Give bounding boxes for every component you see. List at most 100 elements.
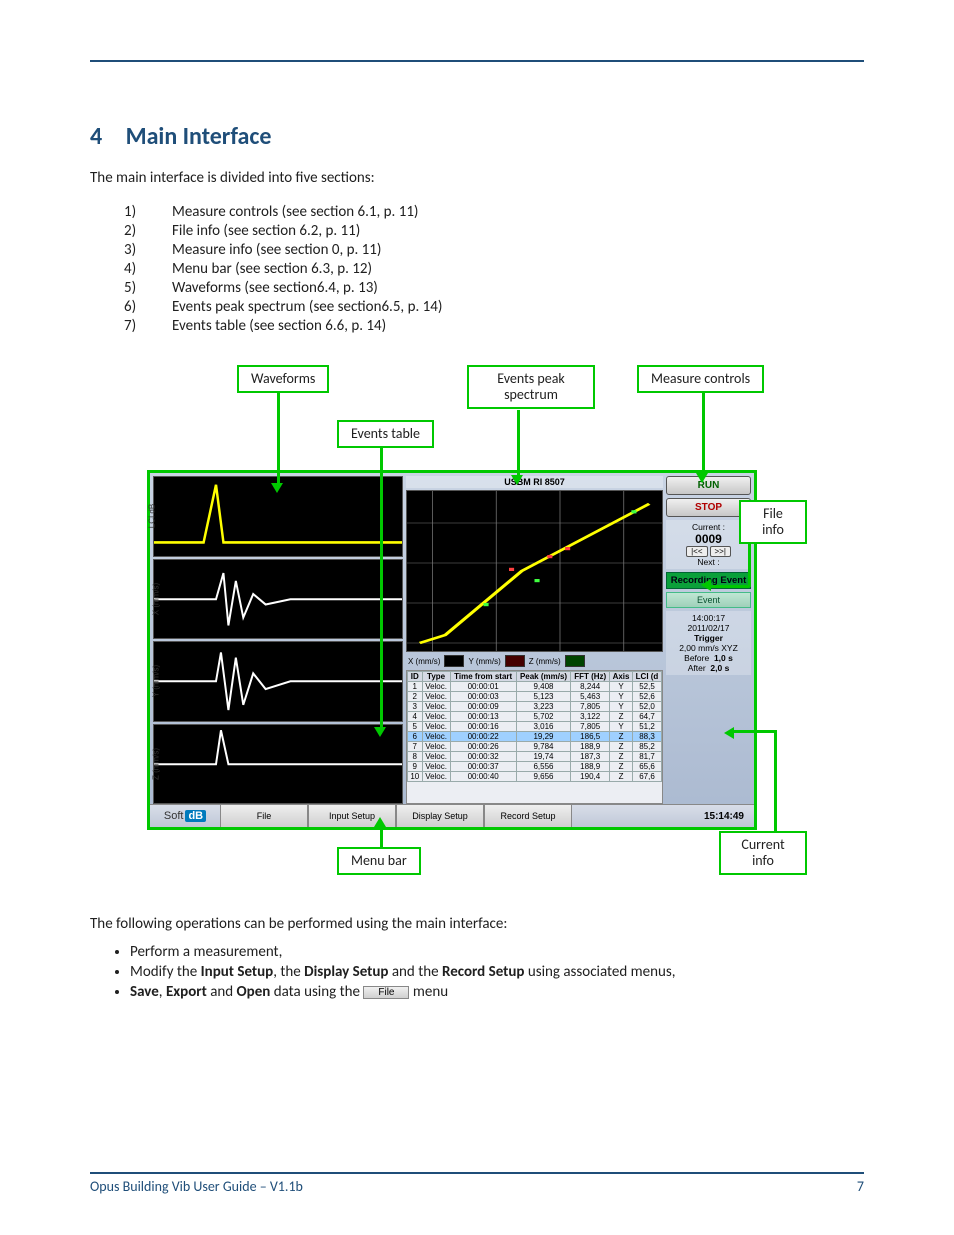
list-item: 3)Measure info (see section 0, p. 11) — [124, 241, 864, 259]
table-cell: Z — [610, 762, 633, 772]
item-number: 2) — [124, 222, 172, 240]
menu-bar: SoftdB File Input Setup Display Setup Re… — [150, 804, 754, 827]
op3-b3: Open — [237, 983, 271, 1001]
table-cell: 10 — [408, 772, 423, 782]
table-row[interactable]: 7Veloc.00:00:269,784188,9Z85,2 — [408, 742, 662, 752]
table-row[interactable]: 6Veloc.00:00:2219,29186,5Z88,3 — [408, 732, 662, 742]
table-row[interactable]: 8Veloc.00:00:3219,74187,3Z81,7 — [408, 752, 662, 762]
info-after-label: After — [688, 663, 706, 673]
axis-label-y: Y (mm/s) — [152, 665, 161, 697]
table-cell: 8,244 — [571, 682, 610, 692]
section-heading: 4 Main Interface — [90, 122, 864, 151]
item-number: 5) — [124, 279, 172, 297]
table-cell: 2 — [408, 692, 423, 702]
footer-page-number: 7 — [857, 1178, 864, 1195]
op3-post: menu — [413, 983, 448, 1001]
list-item: 6)Events peak spectrum (see section6.5, … — [124, 298, 864, 316]
table-row[interactable]: 10Veloc.00:00:409,656190,4Z67,6 — [408, 772, 662, 782]
table-cell: 6,556 — [516, 762, 571, 772]
section-title: Main Interface — [126, 122, 272, 151]
table-cell: 00:00:32 — [450, 752, 516, 762]
legend-z-label: Z (mm/s) — [529, 657, 561, 666]
spectrum-title: USBM RI 8507 — [406, 476, 663, 488]
table-cell: Y — [610, 722, 633, 732]
inline-file-menu[interactable]: File — [363, 986, 409, 999]
table-cell: 00:00:09 — [450, 702, 516, 712]
events-table[interactable]: IDTypeTime from startPeak (mm/s)FFT (Hz)… — [406, 670, 663, 804]
logo-soft: Soft — [164, 810, 184, 822]
table-row[interactable]: 3Veloc.00:00:093,2237,805Y52,0 — [408, 702, 662, 712]
list-item: 7)Events table (see section 6.6, p. 14) — [124, 317, 864, 335]
op2-m1: , the — [273, 963, 304, 981]
op2-m2: and the — [388, 963, 442, 981]
table-row[interactable]: 5Veloc.00:00:163,0167,805Y51,2 — [408, 722, 662, 732]
header-rule — [90, 60, 864, 62]
table-cell: 00:00:01 — [450, 682, 516, 692]
item-number: 1) — [124, 203, 172, 221]
table-cell: Z — [610, 742, 633, 752]
item-text: File info (see section 6.2, p. 11) — [172, 222, 864, 240]
callout-events-table: Events table — [337, 420, 434, 448]
list-item: Modify the Input Setup, the Display Setu… — [130, 963, 864, 981]
list-item: 2)File info (see section 6.2, p. 11) — [124, 222, 864, 240]
table-row[interactable]: 4Veloc.00:00:135,7023,122Z64,7 — [408, 712, 662, 722]
table-cell: 00:00:40 — [450, 772, 516, 782]
next-button[interactable]: >>| — [710, 546, 731, 557]
table-cell: Z — [610, 752, 633, 762]
table-cell: 3,016 — [516, 722, 571, 732]
spectrum-panel — [406, 490, 663, 652]
item-text: Measure controls (see section 6.1, p. 11… — [172, 203, 864, 221]
table-cell: Z — [610, 712, 633, 722]
item-number: 4) — [124, 260, 172, 278]
item-number: 6) — [124, 298, 172, 316]
menu-file[interactable]: File — [220, 805, 308, 827]
op1-text: Perform a measurement, — [130, 943, 282, 961]
table-cell: 67,6 — [633, 772, 662, 782]
table-cell: 65,6 — [633, 762, 662, 772]
table-cell: 9,408 — [516, 682, 571, 692]
axis-label-z: Z (mm/s) — [152, 748, 161, 780]
table-cell: 3 — [408, 702, 423, 712]
callout-measure-controls: Measure controls — [637, 365, 764, 393]
table-cell: Veloc. — [422, 702, 450, 712]
item-text: Events table (see section 6.6, p. 14) — [172, 317, 864, 335]
swatch-x — [444, 655, 464, 667]
list-item: 5)Waveforms (see section6.4, p. 13) — [124, 279, 864, 297]
menu-record-setup[interactable]: Record Setup — [484, 805, 572, 827]
table-cell: 7,805 — [571, 722, 610, 732]
event-button[interactable]: Event — [666, 592, 751, 608]
info-after-val: 2,0 s — [710, 663, 729, 673]
operations-list: Perform a measurement, Modify the Input … — [90, 943, 864, 1001]
page-footer: Opus Building Vib User Guide – V1.1b 7 — [90, 1172, 864, 1195]
table-row[interactable]: 1Veloc.00:00:019,4088,244Y52,5 — [408, 682, 662, 692]
spectrum-legend: X (mm/s) Y (mm/s) Z (mm/s) — [406, 654, 663, 668]
table-cell: 51,2 — [633, 722, 662, 732]
table-cell: Y — [610, 682, 633, 692]
run-button[interactable]: RUN — [666, 476, 751, 495]
item-text: Events peak spectrum (see section6.5, p.… — [172, 298, 864, 316]
menu-display-setup[interactable]: Display Setup — [396, 805, 484, 827]
table-cell: 00:00:22 — [450, 732, 516, 742]
callout-menu-bar: Menu bar — [337, 847, 421, 875]
clock: 15:14:49 — [694, 805, 754, 827]
op3-b2: Export — [166, 983, 207, 1001]
table-cell: 81,7 — [633, 752, 662, 762]
legend-y-label: Y (mm/s) — [468, 657, 500, 666]
current-value: 0009 — [668, 532, 749, 546]
prev-button[interactable]: |<< — [686, 546, 707, 557]
op2-post: using associated menus, — [524, 963, 675, 981]
table-cell: Veloc. — [422, 732, 450, 742]
table-row[interactable]: 2Veloc.00:00:035,1235,463Y52,6 — [408, 692, 662, 702]
table-cell: 3,122 — [571, 712, 610, 722]
table-cell: 9,656 — [516, 772, 571, 782]
footer-title: Opus Building Vib User Guide – V1.1b — [90, 1178, 303, 1195]
table-cell: Y — [610, 702, 633, 712]
app-screenshot: LCI dB X (mm/s) Y (mm/s) Z (mm/s) — [147, 470, 757, 830]
info-trigger-label: Trigger — [668, 633, 749, 643]
list-item: 4)Menu bar (see section 6.3, p. 12) — [124, 260, 864, 278]
table-cell: 85,2 — [633, 742, 662, 752]
table-header: Time from start — [450, 672, 516, 682]
waveform-z: Z (mm/s) — [153, 724, 403, 805]
swatch-y — [505, 655, 525, 667]
table-row[interactable]: 9Veloc.00:00:376,556188,9Z65,6 — [408, 762, 662, 772]
